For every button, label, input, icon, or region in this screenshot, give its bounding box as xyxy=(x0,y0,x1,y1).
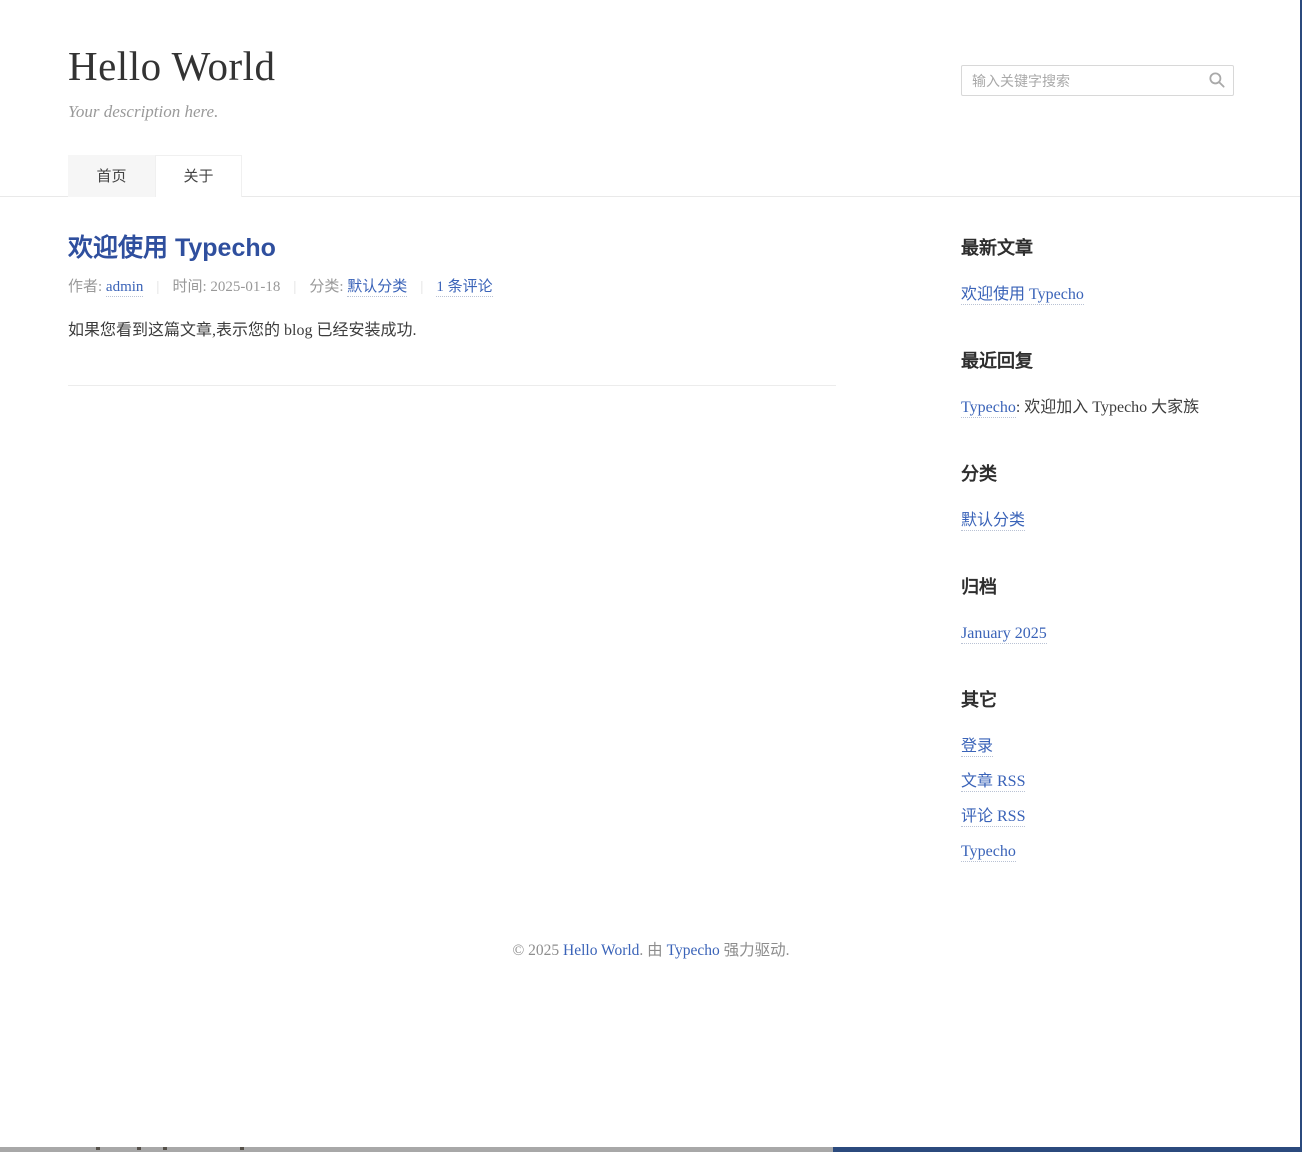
widget-item: January 2025 xyxy=(961,623,1234,644)
widget-title: 归档 xyxy=(961,578,1234,597)
widget-list: 默认分类 xyxy=(961,510,1234,531)
taskbar-glyph-fragment xyxy=(96,1147,100,1150)
widget-item: Typecho: 欢迎加入 Typecho 大家族 xyxy=(961,397,1234,418)
taskbar-glyph-fragment xyxy=(163,1147,167,1150)
widget-list: 欢迎使用 Typecho xyxy=(961,284,1234,305)
meta-separator: | xyxy=(420,279,423,295)
taskbar-strip-blue xyxy=(833,1147,1302,1152)
post-meta: 作者: admin | 时间: 2025-01-18 | 分类: 默认分类 | 1 条评论 xyxy=(68,277,836,297)
post-date: 2025-01-18 xyxy=(210,279,280,295)
post-title-link[interactable]: 欢迎使用 Typecho xyxy=(68,234,276,262)
post: 欢迎使用 Typecho 作者: admin | 时间: 2025-01-18 | 分类… xyxy=(68,233,836,342)
widget-list: January 2025 xyxy=(961,623,1234,644)
footer-typecho-link[interactable]: Typecho xyxy=(667,942,720,959)
widget-item: 欢迎使用 Typecho xyxy=(961,284,1234,305)
widget-link[interactable]: January 2025 xyxy=(961,625,1047,644)
search-input[interactable] xyxy=(961,65,1234,96)
widget-title: 最近回复 xyxy=(961,352,1234,371)
widget-link[interactable]: 文章 RSS xyxy=(961,773,1025,792)
widget-link[interactable]: 默认分类 xyxy=(961,512,1025,531)
post-title: 欢迎使用 Typecho xyxy=(68,233,836,263)
widget-item: 评论 RSS xyxy=(961,806,1234,827)
widget-title: 最新文章 xyxy=(961,239,1234,258)
category-label: 分类: xyxy=(309,279,347,295)
widget-item: Typecho xyxy=(961,841,1234,862)
main-nav: 首页关于 xyxy=(68,155,242,197)
widget-item: 文章 RSS xyxy=(961,771,1234,792)
footer-suffix-text: 强力驱动. xyxy=(720,942,790,959)
widget-list: Typecho: 欢迎加入 Typecho 大家族 xyxy=(961,397,1234,418)
widget-link[interactable]: 欢迎使用 Typecho xyxy=(961,286,1084,305)
nav-tab-home[interactable]: 首页 xyxy=(68,155,155,197)
site-description: Your description here. xyxy=(68,102,218,122)
footer-middle-text: . 由 xyxy=(639,942,666,959)
taskbar-strip-gray xyxy=(0,1147,833,1152)
comments-link[interactable]: 1 条评论 xyxy=(436,279,492,297)
widget-list: 登录文章 RSS 评论 RSS Typecho xyxy=(961,736,1234,862)
footer-copyright: © 2025 xyxy=(513,942,564,959)
meta-separator: | xyxy=(293,279,296,295)
page: { "site": { "title": "Hello World", "des… xyxy=(0,0,1302,1152)
category-link[interactable]: 默认分类 xyxy=(347,279,407,297)
widget-item: 默认分类 xyxy=(961,510,1234,531)
sidebar: 最新文章欢迎使用 Typecho最近回复Typecho: 欢迎加入 Typech… xyxy=(961,65,1234,909)
meta-separator: | xyxy=(156,279,159,295)
post-divider xyxy=(68,385,836,386)
sidebar-widgets: 最新文章欢迎使用 Typecho最近回复Typecho: 欢迎加入 Typech… xyxy=(961,239,1234,862)
search-box xyxy=(961,65,1234,96)
author-link[interactable]: admin xyxy=(106,279,144,297)
widget-item-text: : 欢迎加入 Typecho 大家族 xyxy=(1016,399,1199,416)
widget-title: 其它 xyxy=(961,691,1234,710)
main-content: 欢迎使用 Typecho 作者: admin | 时间: 2025-01-18 | 分类… xyxy=(68,233,836,386)
taskbar-glyph-fragment xyxy=(240,1147,244,1150)
footer-site-link[interactable]: Hello World xyxy=(563,942,639,959)
widget-link[interactable]: 评论 RSS xyxy=(961,808,1025,827)
sidebar-widget: 归档 January 2025 xyxy=(961,578,1234,644)
widget-title: 分类 xyxy=(961,465,1234,484)
sidebar-widget: 其它登录文章 RSS 评论 RSS Typecho xyxy=(961,691,1234,862)
sidebar-widget: 最近回复 Typecho: 欢迎加入 Typecho 大家族 xyxy=(961,352,1234,418)
time-label: 时间: xyxy=(172,279,210,295)
post-body: 如果您看到这篇文章,表示您的 blog 已经安装成功. xyxy=(68,320,836,342)
widget-item: 登录 xyxy=(961,736,1234,757)
site-title[interactable]: Hello World xyxy=(68,44,276,89)
taskbar-glyph-fragment xyxy=(137,1147,141,1150)
sidebar-widget: 分类默认分类 xyxy=(961,465,1234,531)
widget-link[interactable]: Typecho xyxy=(961,399,1016,418)
search-icon[interactable] xyxy=(1208,71,1226,89)
sidebar-widget: 最新文章欢迎使用 Typecho xyxy=(961,239,1234,305)
widget-link[interactable]: 登录 xyxy=(961,738,993,757)
widget-link[interactable]: Typecho xyxy=(961,843,1016,862)
author-label: 作者: xyxy=(68,279,106,295)
nav-tab-about[interactable]: 关于 xyxy=(155,155,242,197)
footer: © 2025 Hello World. 由 Typecho 强力驱动. xyxy=(0,941,1302,961)
